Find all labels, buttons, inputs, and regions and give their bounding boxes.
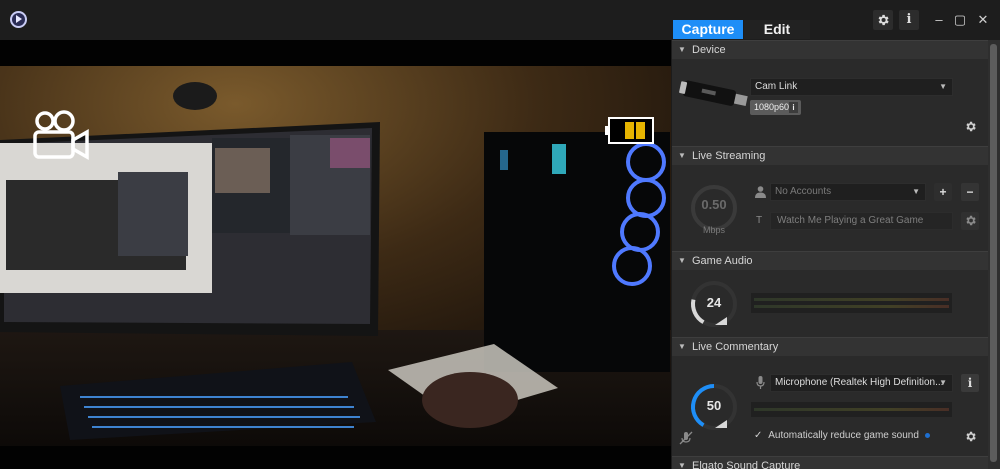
panel-scrollbar-thumb[interactable] xyxy=(990,44,997,462)
commentary-settings-button[interactable] xyxy=(961,428,979,446)
device-select[interactable]: Cam Link ▼ xyxy=(750,78,953,96)
info-button[interactable]: i xyxy=(899,10,919,30)
title-bar xyxy=(0,0,1000,40)
section-game-audio-header[interactable]: ▼ Game Audio xyxy=(672,251,988,270)
device-settings-button[interactable] xyxy=(961,118,979,136)
chevron-down-icon: ▼ xyxy=(912,187,920,196)
section-title: Elgato Sound Capture xyxy=(692,460,801,469)
video-camera-icon xyxy=(33,110,89,161)
stream-title-input[interactable]: Watch Me Playing a Great Game xyxy=(770,212,953,230)
remove-account-button[interactable]: − xyxy=(961,183,979,201)
info-icon[interactable]: i xyxy=(789,102,798,113)
commentary-level-meter xyxy=(750,401,953,418)
section-title: Live Streaming xyxy=(692,150,766,162)
title-field-icon: T xyxy=(756,215,763,226)
app-logo-icon xyxy=(10,11,27,28)
commentary-volume-value: 50 xyxy=(706,398,722,413)
video-preview[interactable] xyxy=(0,40,671,469)
minimize-button[interactable]: – xyxy=(931,12,947,28)
microphone-icon xyxy=(756,376,765,389)
auto-reduce-checkbox[interactable]: ✓ Automatically reduce game sound xyxy=(754,430,930,441)
game-audio-volume-value: 24 xyxy=(706,295,722,310)
commentary-info-button[interactable]: i xyxy=(961,374,979,392)
usb-capture-stick-icon xyxy=(679,80,748,107)
chevron-down-icon: ▼ xyxy=(939,378,947,387)
section-live-commentary-header[interactable]: ▼ Live Commentary xyxy=(672,337,988,356)
preview-image xyxy=(0,40,671,469)
format-badge: 1080p60 i xyxy=(750,100,801,115)
gear-icon xyxy=(965,215,976,226)
maximize-button[interactable]: ▢ xyxy=(952,12,968,28)
close-button[interactable]: ✕ xyxy=(975,12,991,28)
collapse-caret-icon: ▼ xyxy=(678,256,686,265)
section-title: Live Commentary xyxy=(692,341,779,353)
tab-capture[interactable]: Capture xyxy=(673,20,743,39)
battery-icon xyxy=(605,117,654,144)
auto-reduce-label: Automatically reduce game sound xyxy=(768,430,919,441)
section-live-streaming-header[interactable]: ▼ Live Streaming xyxy=(672,146,988,165)
gear-icon xyxy=(878,14,889,26)
section-elgato-sound-capture-header[interactable]: ▼ Elgato Sound Capture xyxy=(672,456,988,469)
capture-panel: ▼ Device Cam Link ▼ 1080p60 i ▼ Live Str… xyxy=(672,40,988,469)
microphone-muted-icon[interactable] xyxy=(679,431,693,445)
info-dot-icon xyxy=(924,432,930,438)
bitrate-value: 0.50 xyxy=(701,197,727,212)
gear-icon xyxy=(965,431,976,442)
collapse-caret-icon: ▼ xyxy=(678,342,686,351)
streaming-settings-button[interactable] xyxy=(961,212,979,230)
collapse-caret-icon: ▼ xyxy=(678,45,686,54)
section-device-header[interactable]: ▼ Device xyxy=(672,40,988,59)
checkmark-icon: ✓ xyxy=(754,430,763,441)
collapse-caret-icon: ▼ xyxy=(678,461,686,469)
account-select[interactable]: No Accounts ▼ xyxy=(770,183,926,201)
user-icon xyxy=(755,186,766,198)
bitrate-unit: Mbps xyxy=(702,225,725,235)
settings-button[interactable] xyxy=(873,10,893,30)
tab-edit[interactable]: Edit xyxy=(744,20,810,39)
add-account-button[interactable]: + xyxy=(934,183,952,201)
section-title: Device xyxy=(692,44,726,56)
chevron-down-icon: ▼ xyxy=(939,82,947,91)
section-title: Game Audio xyxy=(692,255,753,267)
game-audio-level-meter xyxy=(750,292,953,314)
gear-icon xyxy=(965,121,976,132)
microphone-select[interactable]: Microphone (Realtek High Definition... ▼ xyxy=(770,374,953,392)
collapse-caret-icon: ▼ xyxy=(678,151,686,160)
